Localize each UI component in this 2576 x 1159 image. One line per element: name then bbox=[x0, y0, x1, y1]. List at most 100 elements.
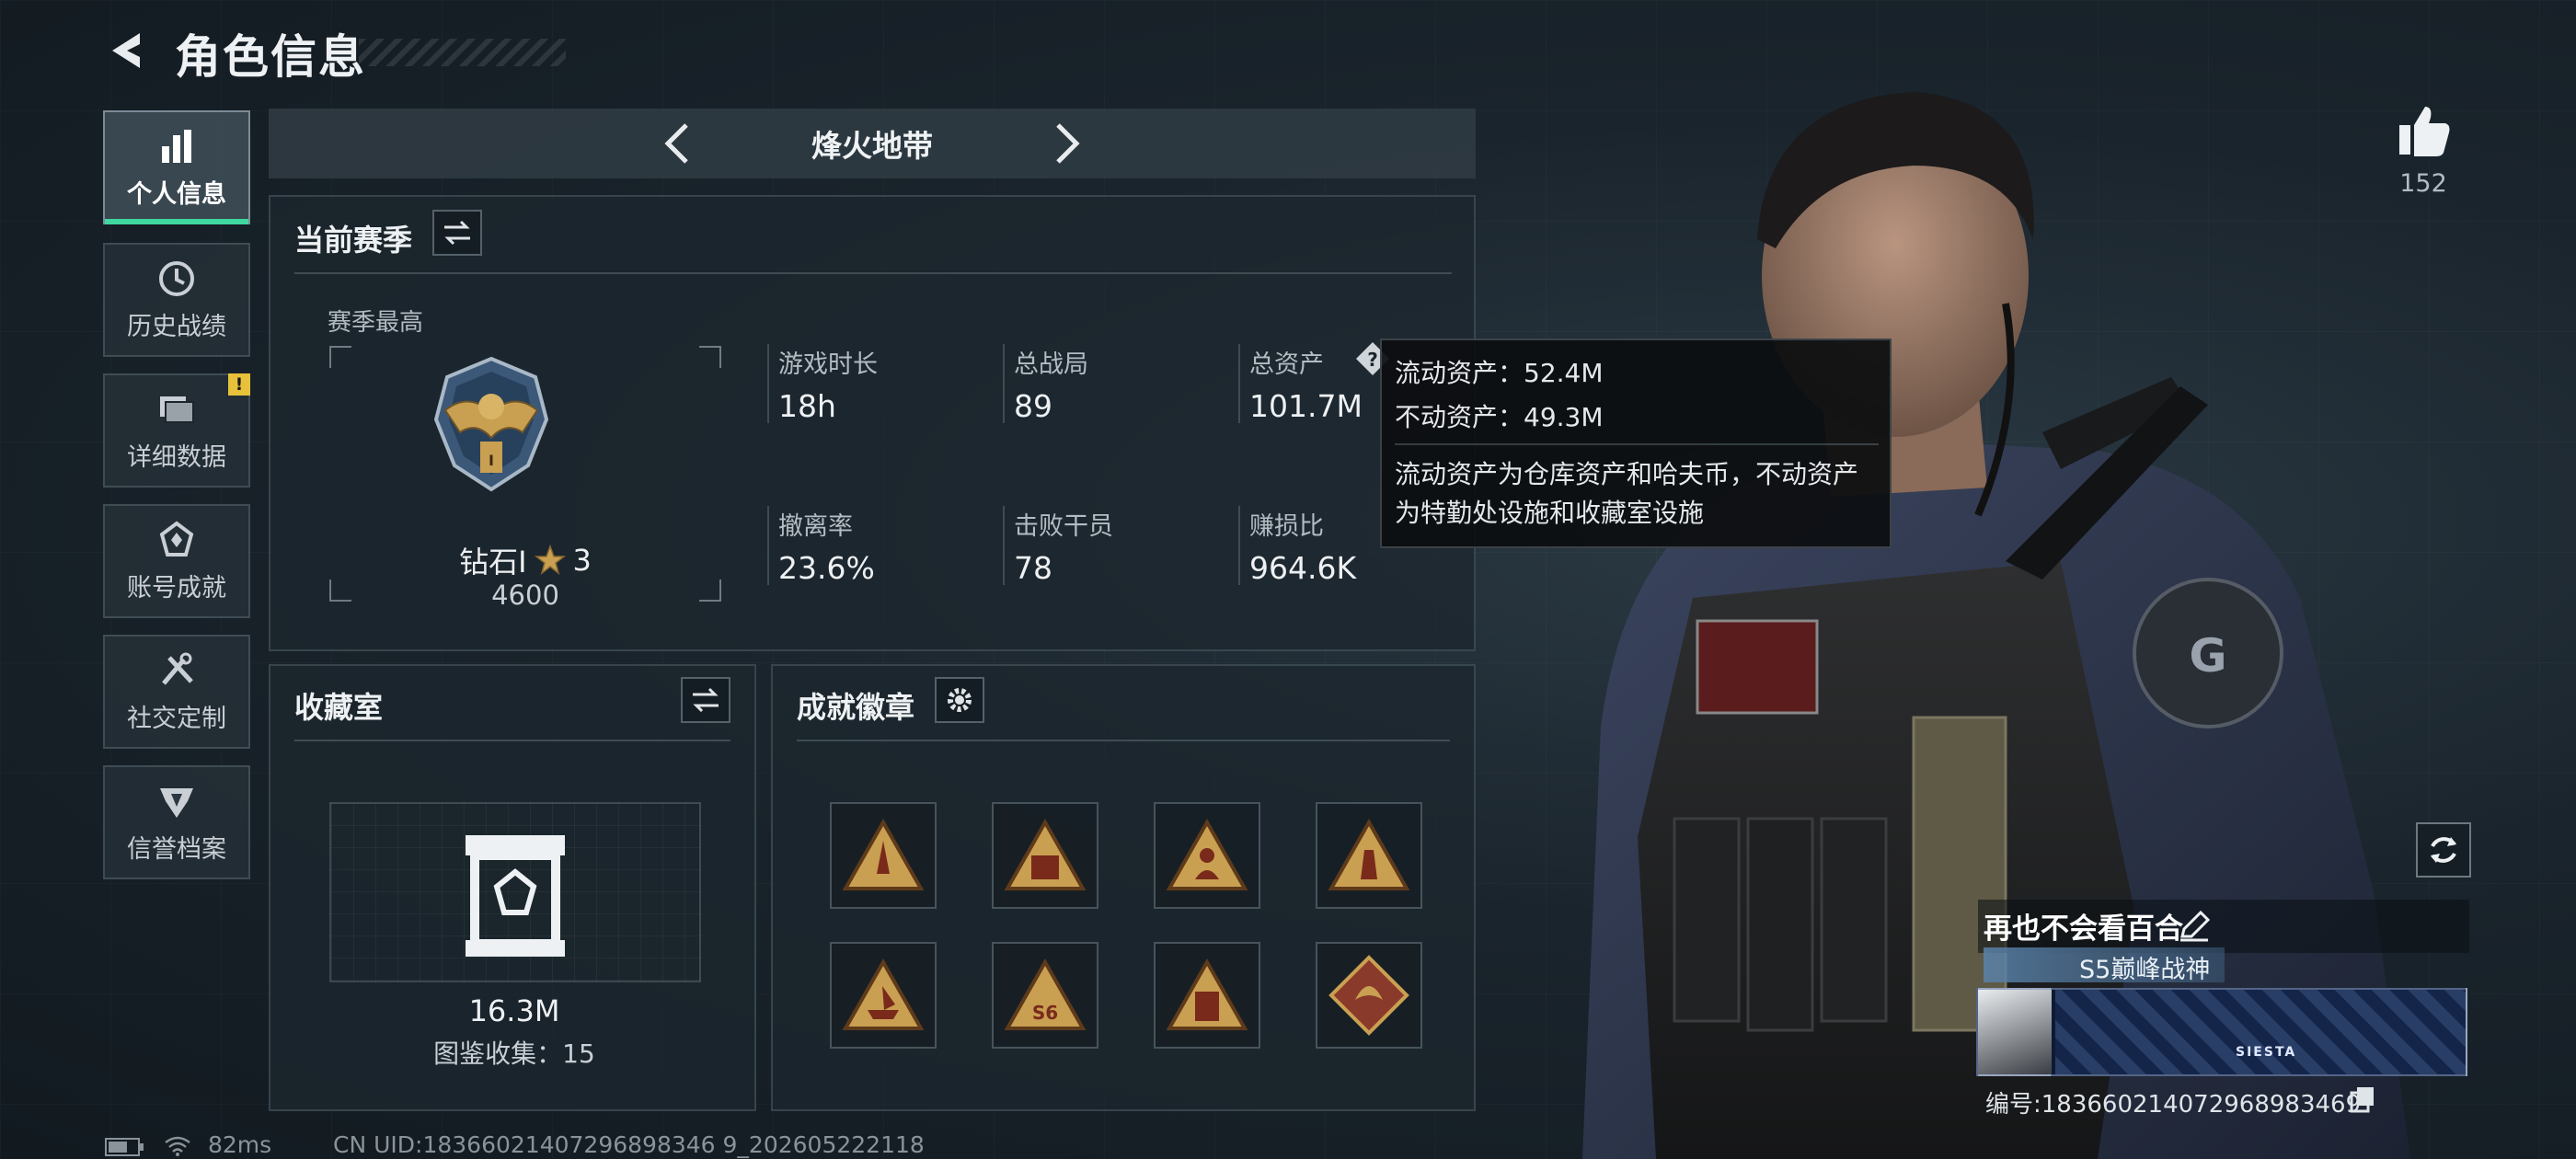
season-panel: 当前赛季 赛季最高 I 钻石Ⅰ 3 4600 游戏时长 18h 总战局 89 总… bbox=[269, 195, 1476, 651]
banner-text: SIESTA bbox=[2236, 1045, 2297, 1060]
collection-title: 收藏室 bbox=[294, 690, 384, 725]
sidebar-item-achievements[interactable]: 账号成就 bbox=[103, 504, 250, 618]
stat-divider bbox=[1003, 506, 1005, 585]
stat-matches-label: 总战局 bbox=[1014, 350, 1088, 379]
tooltip-desc-1: 流动资产为仓库资产和哈夫币，不动资产 bbox=[1395, 459, 1859, 489]
assets-tooltip: 流动资产：52.4M 不动资产：49.3M 流动资产为仓库资产和哈夫币，不动资产… bbox=[1380, 339, 1892, 548]
achievement-badge[interactable] bbox=[992, 802, 1098, 909]
chevron-right-icon[interactable] bbox=[1041, 120, 1089, 167]
player-name-bar: 再也不会看百合 bbox=[1978, 900, 2469, 953]
stat-divider bbox=[767, 344, 769, 423]
sidebar-item-label: 信誉档案 bbox=[127, 834, 226, 864]
sidebar-item-detail-data[interactable]: 详细数据 ! bbox=[103, 373, 250, 488]
sidebar-item-label: 账号成就 bbox=[127, 573, 226, 602]
svg-text:?: ? bbox=[1367, 349, 1378, 371]
stat-divider bbox=[1238, 344, 1240, 423]
warning-badge: ! bbox=[228, 373, 250, 396]
collection-value: 16.3M bbox=[468, 993, 560, 1028]
rank-info: 钻石Ⅰ 3 bbox=[328, 539, 723, 581]
stat-divider bbox=[1238, 506, 1240, 585]
stat-divider bbox=[1003, 344, 1005, 423]
sidebar-item-label: 详细数据 bbox=[127, 442, 226, 472]
player-banner[interactable]: SIESTA bbox=[1976, 988, 2467, 1076]
badge-s6-icon: S6 bbox=[1004, 958, 1087, 1030]
achievement-badge[interactable] bbox=[830, 942, 937, 1049]
collection-catalog: 图鉴收集：15 bbox=[433, 1039, 595, 1069]
stat-profit-value: 964.6K bbox=[1249, 550, 1357, 586]
divider bbox=[294, 740, 730, 741]
achievement-badge[interactable] bbox=[1154, 942, 1260, 1049]
reputation-icon bbox=[160, 787, 193, 818]
folder-icon bbox=[160, 396, 194, 423]
player-name: 再也不会看百合 bbox=[1984, 912, 2183, 946]
banner-pattern bbox=[2055, 990, 2466, 1074]
swap-icon bbox=[444, 220, 470, 246]
map-selector: 烽火地带 bbox=[269, 109, 1476, 178]
swap-icon bbox=[693, 687, 719, 713]
divider bbox=[797, 740, 1450, 741]
svg-text:I: I bbox=[489, 452, 494, 469]
sidebar-item-reputation[interactable]: 信誉档案 bbox=[103, 765, 250, 879]
sidebar-item-social[interactable]: 社交定制 bbox=[103, 635, 250, 749]
rank-emblem-icon: I bbox=[433, 356, 549, 492]
badge-operator-icon bbox=[1166, 819, 1248, 890]
stat-assets-value: 101.7M bbox=[1249, 388, 1363, 424]
achievement-badge[interactable] bbox=[1316, 942, 1422, 1049]
stat-extract-label: 撤离率 bbox=[778, 512, 853, 541]
achievements-settings-button[interactable] bbox=[935, 677, 984, 723]
badge-soldier-icon bbox=[1328, 819, 1410, 890]
sidebar-item-personal-info[interactable]: 个人信息 bbox=[103, 110, 250, 224]
collection-panel: 收藏室 16.3M 图鉴收集：15 bbox=[269, 664, 756, 1111]
history-clock-icon bbox=[159, 260, 194, 296]
chevron-left-icon[interactable] bbox=[655, 120, 703, 167]
tooltip-desc-2: 为特勤处设施和收藏室设施 bbox=[1395, 498, 1705, 528]
achievements-title: 成就徽章 bbox=[797, 690, 915, 725]
badge-ship-icon bbox=[842, 958, 925, 1030]
edit-pencil-icon[interactable] bbox=[2177, 909, 2212, 944]
divider bbox=[294, 272, 1452, 274]
badge-dragon-icon bbox=[1328, 955, 1409, 1036]
tools-icon bbox=[162, 652, 193, 685]
ping-value: 82ms bbox=[208, 1131, 272, 1158]
frame-corner bbox=[329, 346, 351, 368]
rotate-button[interactable] bbox=[2416, 822, 2471, 878]
wifi-icon bbox=[165, 1136, 190, 1156]
map-name: 烽火地带 bbox=[811, 128, 933, 164]
collection-switch-button[interactable] bbox=[681, 677, 730, 723]
season-switch-button[interactable] bbox=[432, 210, 482, 256]
thumbs-up-icon[interactable] bbox=[2396, 103, 2453, 158]
sidebar-item-label: 社交定制 bbox=[127, 704, 226, 733]
bar-chart-icon bbox=[162, 129, 191, 163]
achievements-panel: 成就徽章 S6 bbox=[771, 664, 1476, 1111]
achievement-badge[interactable] bbox=[1316, 802, 1422, 909]
achievement-badge[interactable]: S6 bbox=[992, 942, 1098, 1049]
achievement-badge[interactable] bbox=[1154, 802, 1260, 909]
like-count: 152 bbox=[2399, 169, 2447, 198]
tooltip-fixed: 不动资产：49.3M bbox=[1395, 402, 1604, 432]
badge-crate-icon bbox=[1004, 819, 1087, 890]
stat-kills-value: 78 bbox=[1014, 550, 1052, 586]
achievement-icon bbox=[159, 521, 194, 557]
battery-icon bbox=[105, 1138, 144, 1156]
copy-icon[interactable] bbox=[2350, 1085, 2375, 1113]
player-title: S5巅峰战神 bbox=[2079, 956, 2211, 984]
player-id: 编号:1836602140729689834​69 bbox=[1985, 1091, 2362, 1119]
stat-playtime-label: 游戏时长 bbox=[778, 350, 878, 379]
sidebar-item-label: 个人信息 bbox=[127, 179, 226, 209]
player-title-tag: S5巅峰战神 bbox=[1984, 947, 2225, 984]
achievement-badge[interactable] bbox=[830, 802, 937, 909]
avatar bbox=[1978, 990, 2052, 1074]
refresh-icon bbox=[2431, 837, 2456, 863]
stat-divider bbox=[767, 506, 769, 585]
svg-text:S6: S6 bbox=[1032, 1002, 1058, 1024]
sidebar-item-history[interactable]: 历史战绩 bbox=[103, 243, 250, 357]
stat-playtime-value: 18h bbox=[778, 388, 836, 424]
back-arrow-icon[interactable] bbox=[103, 28, 149, 74]
display-case-icon bbox=[466, 835, 565, 957]
gear-icon bbox=[948, 688, 972, 712]
stat-extract-value: 23.6% bbox=[778, 550, 875, 586]
svg-text:G: G bbox=[2189, 629, 2226, 683]
badge-s7-icon bbox=[1166, 958, 1248, 1030]
uid-label: CN UID:18366021407296898346 9_2026052221… bbox=[333, 1131, 925, 1158]
stat-matches-value: 89 bbox=[1014, 388, 1052, 424]
